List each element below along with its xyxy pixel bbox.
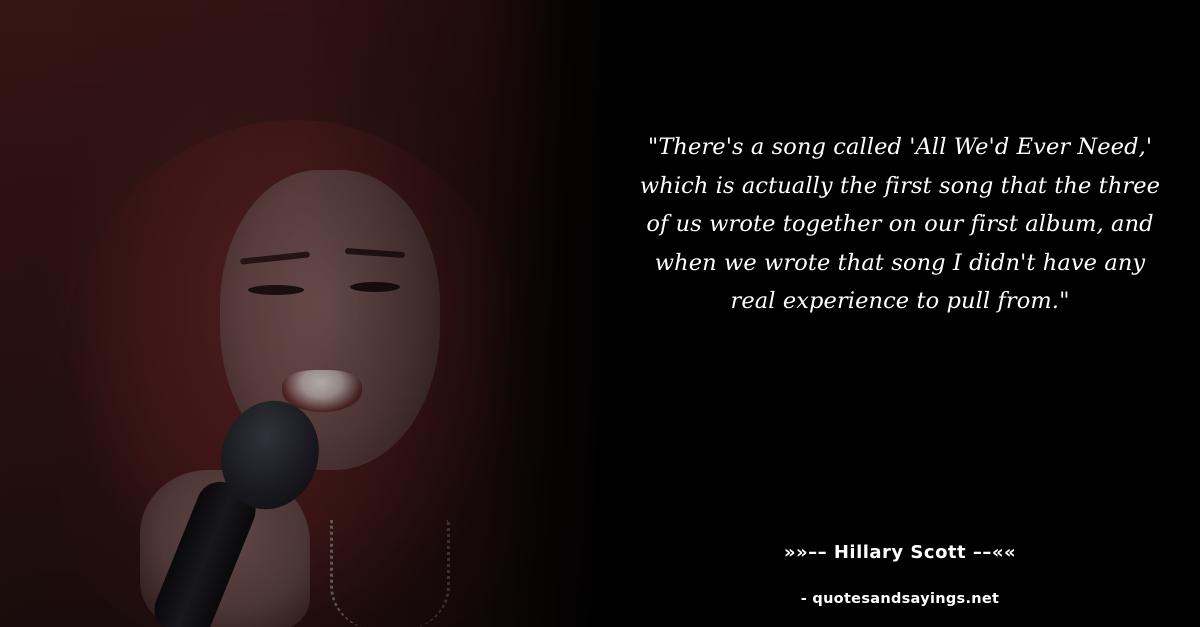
quote-panel: "There's a song called 'All We'd Ever Ne… (630, 128, 1170, 321)
quote-card: "There's a song called 'All We'd Ever Ne… (0, 0, 1200, 627)
quote-author: »»–– Hillary Scott ––«« (783, 542, 1017, 563)
source-watermark: - quotesandsayings.net (800, 591, 1000, 607)
quote-text: "There's a song called 'All We'd Ever Ne… (639, 134, 1161, 314)
